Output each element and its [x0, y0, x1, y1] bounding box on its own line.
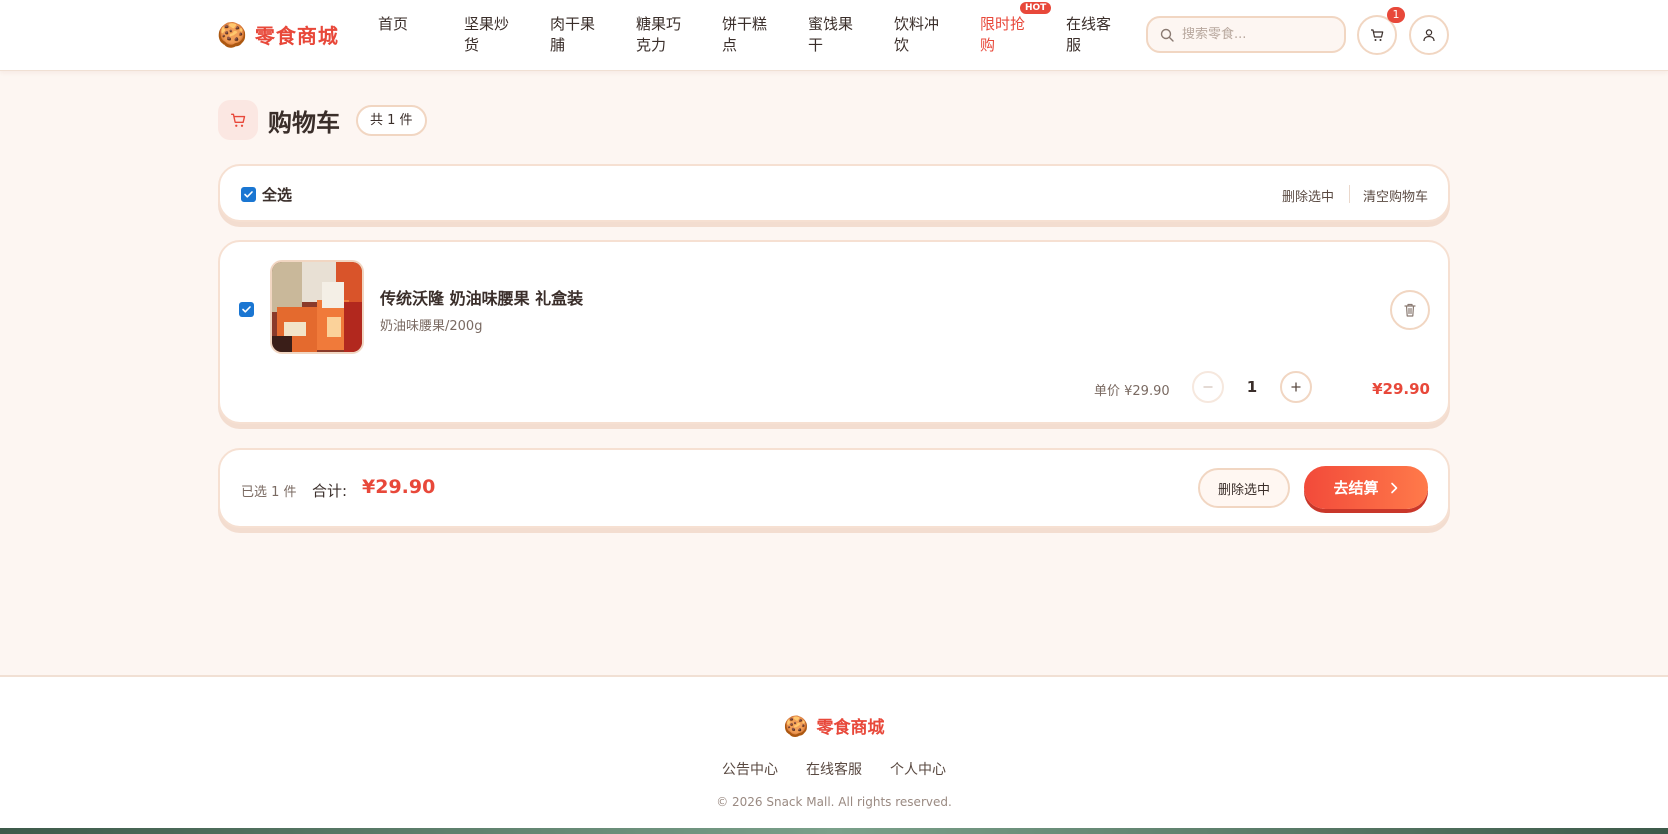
footer-links: 公告中心 在线客服 个人中心	[0, 759, 1668, 779]
footer-link-announcements[interactable]: 公告中心	[722, 759, 778, 779]
site-footer: 🍪 零食商城 公告中心 在线客服 个人中心 © 2026 Snack Mall.…	[0, 675, 1668, 834]
nav-item-customer-service[interactable]: 在线客服	[1066, 14, 1152, 56]
cookie-icon: 🍪	[217, 20, 247, 49]
top-header: 🍪 零食商城 首页 坚果炒货 肉干果脯 糖果巧克力 饼干糕点 蜜饯果干 饮料冲饮…	[0, 0, 1668, 71]
nav-item-dried-fruit[interactable]: 蜜饯果干	[808, 14, 894, 56]
cart-item: 传统沃隆 奶油味腰果 礼盒装 奶油味腰果/200g 单价 ¥29.90 ¥29.…	[218, 240, 1450, 424]
nav-item-home[interactable]: 首页	[378, 14, 464, 56]
chevron-right-icon	[1390, 482, 1397, 493]
brand-name: 零食商城	[254, 24, 339, 48]
user-icon	[1423, 29, 1435, 42]
footer-link-customer-service[interactable]: 在线客服	[806, 759, 862, 779]
page-header: 购物车 共 1 件	[218, 100, 427, 140]
cart-title-icon	[218, 100, 258, 140]
select-all-label: 全选	[262, 186, 293, 204]
search-input[interactable]	[1182, 27, 1332, 42]
footer-link-profile[interactable]: 个人中心	[890, 759, 946, 779]
total-price: ¥29.90	[362, 476, 436, 498]
search-box	[1146, 16, 1346, 53]
item-checkbox[interactable]	[239, 302, 254, 317]
nav-item-biscuits[interactable]: 饼干糕点	[722, 14, 808, 56]
footer-brand-name: 零食商城	[816, 718, 885, 738]
divider	[1349, 185, 1350, 203]
footer-brand[interactable]: 🍪 零食商城	[0, 713, 1668, 739]
nav-item-jerky[interactable]: 肉干果脯	[550, 14, 636, 56]
plus-icon	[1291, 382, 1301, 392]
cookie-icon: 🍪	[783, 713, 809, 738]
nav-item-candy[interactable]: 糖果巧克力	[636, 14, 722, 56]
trash-icon	[1404, 303, 1416, 317]
delete-item-button[interactable]	[1390, 290, 1430, 330]
checkout-summary-bar: 已选 1 件 合计: ¥29.90 删除选中 去结算	[218, 448, 1450, 528]
clear-cart-link[interactable]: 清空购物车	[1363, 186, 1428, 205]
check-icon	[242, 306, 251, 313]
product-spec: 奶油味腰果/200g	[380, 319, 483, 334]
increase-quantity-button[interactable]	[1280, 371, 1312, 403]
total-label: 合计:	[312, 482, 348, 500]
page-title: 购物车	[268, 108, 340, 137]
item-count-pill: 共 1 件	[356, 104, 427, 136]
bottom-strip	[0, 828, 1668, 834]
product-name[interactable]: 传统沃隆 奶油味腰果 礼盒装	[380, 285, 583, 309]
selected-count: 已选 1 件	[241, 485, 297, 500]
search-icon	[1160, 28, 1174, 42]
nav-item-nuts[interactable]: 坚果炒货	[464, 14, 550, 56]
delete-selected-button[interactable]: 删除选中	[1198, 468, 1290, 508]
decrease-quantity-button[interactable]	[1192, 371, 1224, 403]
brand-logo[interactable]: 🍪 零食商城	[217, 20, 339, 49]
select-all-bar: 全选 删除选中 清空购物车	[218, 164, 1450, 222]
main-nav: 首页 坚果炒货 肉干果脯 糖果巧克力 饼干糕点 蜜饯果干 饮料冲饮 限时抢购 H…	[378, 2, 1152, 56]
nav-item-flash-sale[interactable]: 限时抢购 HOT	[980, 2, 1066, 56]
item-subtotal: ¥29.90	[1372, 380, 1430, 398]
cart-icon	[1371, 29, 1384, 41]
quantity-input[interactable]	[1224, 371, 1280, 403]
minus-icon	[1203, 386, 1213, 388]
delete-selected-link[interactable]: 删除选中	[1282, 186, 1334, 205]
user-button[interactable]	[1409, 15, 1449, 55]
nav-item-drinks[interactable]: 饮料冲饮	[894, 14, 980, 56]
product-image[interactable]	[270, 260, 364, 354]
check-icon	[244, 191, 253, 198]
copyright: © 2026 Snack Mall. All rights reserved.	[716, 795, 952, 809]
select-all-checkbox[interactable]	[241, 187, 256, 202]
unit-price: 单价 ¥29.90	[1094, 384, 1170, 399]
cart-count-badge: 1	[1387, 7, 1405, 23]
hot-badge: HOT	[1020, 2, 1052, 14]
checkout-button[interactable]: 去结算	[1304, 466, 1428, 509]
